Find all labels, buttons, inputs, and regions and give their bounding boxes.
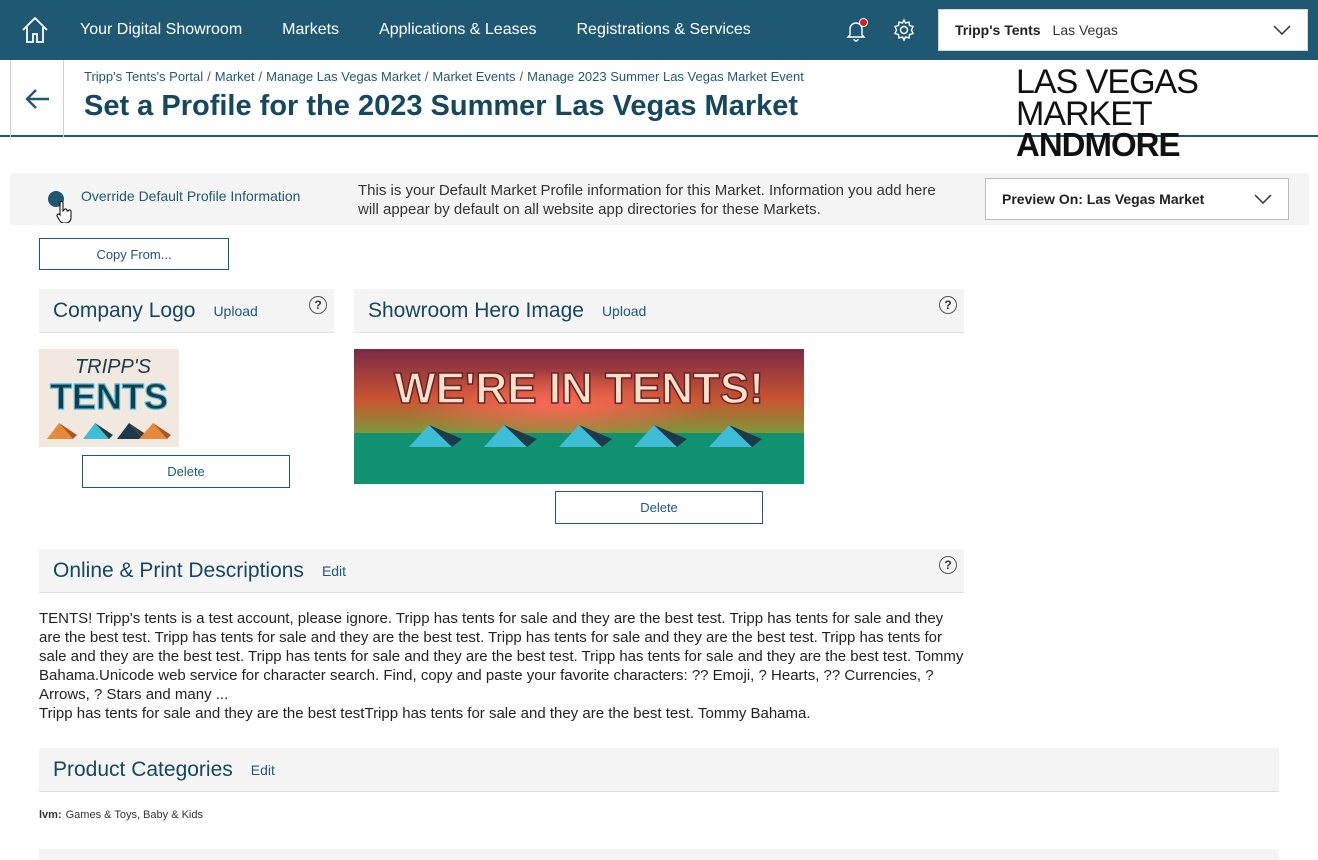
logo-image-text-1: TRIPP'S — [75, 356, 152, 378]
descriptions-title: Online & Print Descriptions — [53, 558, 304, 582]
nav-digital-showroom[interactable]: Your Digital Showroom — [80, 21, 242, 39]
descriptions-header: Online & Print Descriptions Edit — [39, 549, 964, 593]
account-name: Tripp's Tents — [955, 22, 1041, 38]
bell-icon[interactable] — [842, 16, 870, 44]
breadcrumb-manage-event[interactable]: Manage 2023 Summer Las Vegas Market Even… — [527, 69, 804, 84]
page-title: Set a Profile for the 2023 Summer Las Ve… — [84, 90, 799, 122]
account-select[interactable]: Tripp's Tents Las Vegas — [938, 9, 1308, 51]
account-city: Las Vegas — [1052, 22, 1118, 38]
breadcrumb: Tripp's Tents's Portal / Market / Manage Las… — [84, 69, 804, 84]
company-logo-upload-link[interactable]: Upload — [213, 303, 257, 319]
company-logo-header: Company Logo Upload — [39, 289, 334, 333]
page-header: Tripp's Tents's Portal / Market / Manage Las… — [0, 60, 1318, 161]
breadcrumb-market-events[interactable]: Market Events — [432, 69, 515, 84]
override-label[interactable]: Override Default Profile Information — [81, 188, 300, 204]
hero-image-upload-link[interactable]: Upload — [602, 303, 646, 319]
description-paragraph-1: TENTS! Tripp's tents is a test account, … — [39, 610, 964, 703]
company-logo-image: TRIPP'S TENTS — [39, 349, 179, 447]
hero-image: WE'RE IN TENTS! — [354, 349, 804, 484]
descriptions-help-icon[interactable]: ? — [939, 556, 957, 574]
nav-markets[interactable]: Markets — [282, 21, 339, 39]
product-categories-list: lvm: Games & Toys, Baby & Kids — [39, 809, 203, 821]
company-logo-title: Company Logo — [53, 298, 196, 322]
market-code: lvm: — [39, 809, 62, 821]
descriptions-edit-link[interactable]: Edit — [322, 563, 346, 579]
notification-dot — [859, 18, 868, 27]
next-section-band — [39, 849, 1279, 860]
hero-image-text: WE'RE IN TENTS! — [394, 364, 764, 413]
hero-image-help-icon[interactable]: ? — [939, 296, 957, 314]
breadcrumb-portal[interactable]: Tripp's Tents's Portal — [84, 69, 203, 84]
description-paragraph-2: Tripp has tents for sale and they are th… — [39, 705, 811, 722]
back-button[interactable] — [10, 60, 64, 137]
company-logo-delete-button[interactable]: Delete — [82, 455, 290, 488]
arrow-left-icon — [25, 88, 49, 109]
copy-from-button[interactable]: Copy From... — [39, 238, 229, 270]
nav-registrations-services[interactable]: Registrations & Services — [577, 21, 751, 39]
logo-line-1: LAS VEGAS MARKET — [1016, 63, 1199, 133]
company-logo-help-icon[interactable]: ? — [309, 296, 327, 314]
product-categories-header: Product Categories Edit — [39, 748, 1279, 792]
preview-label: Preview On: Las Vegas Market — [1002, 191, 1205, 207]
hero-image-header: Showroom Hero Image Upload — [354, 289, 964, 333]
home-icon[interactable] — [0, 0, 70, 60]
category-values: Games & Toys, Baby & Kids — [65, 809, 203, 821]
override-band: Override Default Profile Information Thi… — [10, 173, 1309, 225]
description-text: TENTS! Tripp's tents is a test account, … — [39, 609, 969, 723]
logo-line-2: ANDMORE — [1016, 126, 1181, 163]
logo-image-text-2: TENTS — [50, 376, 168, 417]
chevron-down-icon — [1273, 25, 1291, 35]
product-categories-edit-link[interactable]: Edit — [251, 762, 275, 778]
nav-applications-leases[interactable]: Applications & Leases — [379, 21, 536, 39]
product-categories-title: Product Categories — [53, 757, 233, 781]
hero-image-title: Showroom Hero Image — [368, 298, 584, 322]
top-nav: Your Digital Showroom Markets Applicatio… — [0, 0, 1318, 60]
hero-image-delete-button[interactable]: Delete — [555, 491, 763, 524]
chevron-down-icon — [1254, 194, 1272, 204]
override-info: This is your Default Market Profile info… — [358, 182, 936, 218]
preview-select[interactable]: Preview On: Las Vegas Market — [985, 178, 1289, 220]
breadcrumb-manage-lv-market[interactable]: Manage Las Vegas Market — [266, 69, 421, 84]
las-vegas-market-logo: LAS VEGAS MARKET ANDMORE — [1016, 63, 1312, 161]
breadcrumb-market[interactable]: Market — [215, 69, 255, 84]
gear-icon[interactable] — [890, 16, 918, 44]
hand-cursor-icon — [56, 201, 72, 223]
